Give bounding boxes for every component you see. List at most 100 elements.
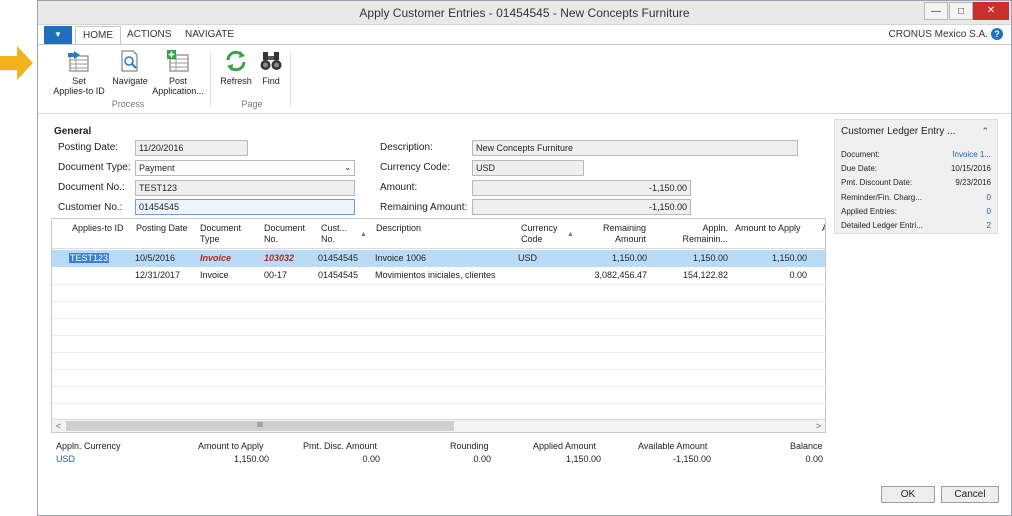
maximize-button[interactable]: □: [949, 2, 973, 20]
factbox-title: Customer Ledger Entry ...: [841, 126, 956, 137]
find-button[interactable]: Find: [256, 49, 286, 86]
set-applies-to-id-icon: [68, 51, 89, 72]
col-currency-code-line2: Code: [521, 234, 543, 244]
grid-line: [52, 335, 825, 336]
remaining-amount-field[interactable]: -1,150.00: [472, 199, 691, 215]
available-amount-label: Available Amount: [638, 441, 708, 451]
post-application-icon: [167, 50, 189, 72]
factbox-detailed-ledger-value[interactable]: 2: [987, 221, 991, 230]
cell-cust-no: 01454545: [318, 270, 359, 280]
col-appln-remaining[interactable]: Appln. Remainin...: [664, 223, 728, 245]
cell-applies-to-id[interactable]: TEST123: [69, 250, 110, 267]
title-bar: Apply Customer Entries - 01454545 - New …: [38, 1, 1011, 25]
set-applies-to-id-button[interactable]: Set Applies-to ID: [50, 49, 108, 96]
col-document-no[interactable]: Document No.: [264, 223, 305, 245]
scroll-thumb[interactable]: III: [66, 421, 454, 431]
chevron-up-icon[interactable]: ⌃: [981, 126, 989, 137]
posting-date-label: Posting Date:: [58, 142, 119, 153]
refresh-button[interactable]: Refresh: [216, 49, 256, 86]
factbox-reminder-value[interactable]: 0: [987, 193, 991, 202]
scroll-left-icon[interactable]: <: [52, 420, 65, 432]
page-content: General Posting Date: 11/20/2016 Documen…: [38, 115, 1011, 515]
customer-no-label: Customer No.:: [58, 202, 123, 213]
cell-description: Invoice 1006: [375, 253, 427, 263]
cell-document-type: Invoice: [200, 253, 232, 263]
help-icon[interactable]: ?: [991, 28, 1003, 40]
chevron-down-icon[interactable]: ⌄: [344, 161, 351, 175]
sort-ascending-icon[interactable]: ▲: [360, 229, 367, 240]
col-currency-code[interactable]: Currency Code: [521, 223, 558, 245]
horizontal-scrollbar[interactable]: < III >: [52, 419, 825, 432]
company-name: CRONUS Mexico S.A.?: [889, 26, 1003, 44]
grid-line: [52, 403, 825, 404]
factbox-applied-entries-value[interactable]: 0: [987, 207, 991, 216]
col-description[interactable]: Description: [376, 223, 421, 234]
total-amount-to-apply-label: Amount to Apply: [198, 441, 264, 451]
applies-to-id-value: TEST123: [69, 253, 110, 263]
ribbon-tabs: ▼ HOME ACTIONS NAVIGATE CRONUS Mexico S.…: [38, 26, 1011, 44]
app-menu-button[interactable]: ▼: [44, 26, 72, 44]
table-row[interactable]: TEST123 10/5/2016 Invoice 103032 0145454…: [52, 250, 825, 267]
grid-line: [52, 318, 825, 319]
col-remaining-amount[interactable]: Remaining Amount: [592, 223, 646, 245]
post-application-button[interactable]: Post Application...: [150, 49, 206, 96]
cell-remaining-amount: 1,150.00: [611, 253, 647, 263]
document-no-field[interactable]: TEST123: [135, 180, 355, 196]
col-cust-no[interactable]: Cust... No.: [321, 223, 347, 245]
col-applies-to-id[interactable]: Applies-to ID: [72, 223, 124, 234]
ribbon-separator: [210, 51, 211, 107]
col-remaining-line1: Remaining: [602, 223, 646, 233]
col-document-type-line1: Document: [200, 223, 242, 233]
factbox-due-date-value: 10/15/2016: [950, 164, 991, 173]
refresh-icon: [226, 50, 246, 72]
scroll-right-icon[interactable]: >: [812, 420, 825, 432]
close-button[interactable]: ✕: [973, 2, 1009, 20]
cell-description: Movimientos iniciales, clientes: [375, 270, 496, 280]
cell-amount-to-apply[interactable]: 0.00: [732, 267, 807, 284]
amount-label: Amount:: [380, 182, 418, 193]
customer-no-field[interactable]: 01454545: [135, 199, 355, 215]
yellow-arrow-pointer: [0, 46, 33, 80]
factbox-pmt-discount-date-value: 9/23/2016: [955, 178, 991, 187]
col-cust-no-line1: Cust...: [321, 223, 348, 233]
factbox-document-value[interactable]: Invoice 1...: [952, 150, 991, 159]
cancel-button[interactable]: Cancel: [941, 486, 999, 503]
ribbon: Set Applies-to ID Navigate Post Applicat…: [38, 44, 1011, 114]
tab-actions[interactable]: ACTIONS: [120, 26, 178, 44]
cell-currency-code: USD: [518, 253, 538, 263]
ok-button[interactable]: OK: [881, 486, 935, 503]
factbox-detailed-ledger-label: Detailed Ledger Entri...: [841, 221, 923, 230]
available-amount-value: -1,150.00: [672, 454, 711, 464]
description-label: Description:: [380, 142, 433, 153]
navigate-icon: [121, 50, 138, 72]
post-application-label-1: Post: [168, 76, 187, 86]
tab-navigate[interactable]: NAVIGATE: [178, 26, 241, 44]
currency-code-field[interactable]: USD: [472, 160, 584, 176]
col-overflow[interactable]: A: [822, 223, 825, 234]
amount-field[interactable]: -1,150.00: [472, 180, 691, 196]
grid-header: Applies-to ID Posting Date Document Type …: [52, 219, 825, 249]
col-posting-date[interactable]: Posting Date: [136, 223, 188, 234]
cell-document-no: 00-17: [264, 270, 288, 280]
general-section-title: General: [54, 126, 92, 137]
cell-amount-to-apply[interactable]: 1,150.00: [732, 250, 807, 267]
sort-ascending-icon[interactable]: ▲: [567, 229, 574, 240]
navigate-button[interactable]: Navigate: [108, 49, 152, 86]
balance-label: Balance: [790, 441, 823, 451]
tab-home[interactable]: HOME: [75, 26, 121, 44]
description-field[interactable]: New Concepts Furniture: [472, 140, 798, 156]
factbox-reminder-label: Reminder/Fin. Charg...: [841, 193, 922, 202]
factbox-applied-entries-label: Applied Entries:: [841, 207, 898, 216]
posting-date-field[interactable]: 11/20/2016: [135, 140, 248, 156]
applied-amount-value: 1,150.00: [565, 454, 601, 464]
rounding-label: Rounding: [450, 441, 489, 451]
col-amount-to-apply[interactable]: Amount to Apply: [735, 223, 801, 234]
cell-posting-date: 12/31/2017: [135, 270, 181, 280]
col-document-type[interactable]: Document Type: [200, 223, 241, 245]
table-row[interactable]: 12/31/2017 Invoice 00-17 01454545 Movimi…: [52, 267, 825, 284]
set-applies-label-1: Set: [72, 76, 86, 86]
minimize-button[interactable]: —: [924, 2, 948, 20]
appln-currency-value[interactable]: USD: [56, 454, 75, 464]
set-applies-label-2: Applies-to ID: [53, 86, 105, 96]
document-type-select[interactable]: Payment ⌄: [135, 160, 355, 176]
